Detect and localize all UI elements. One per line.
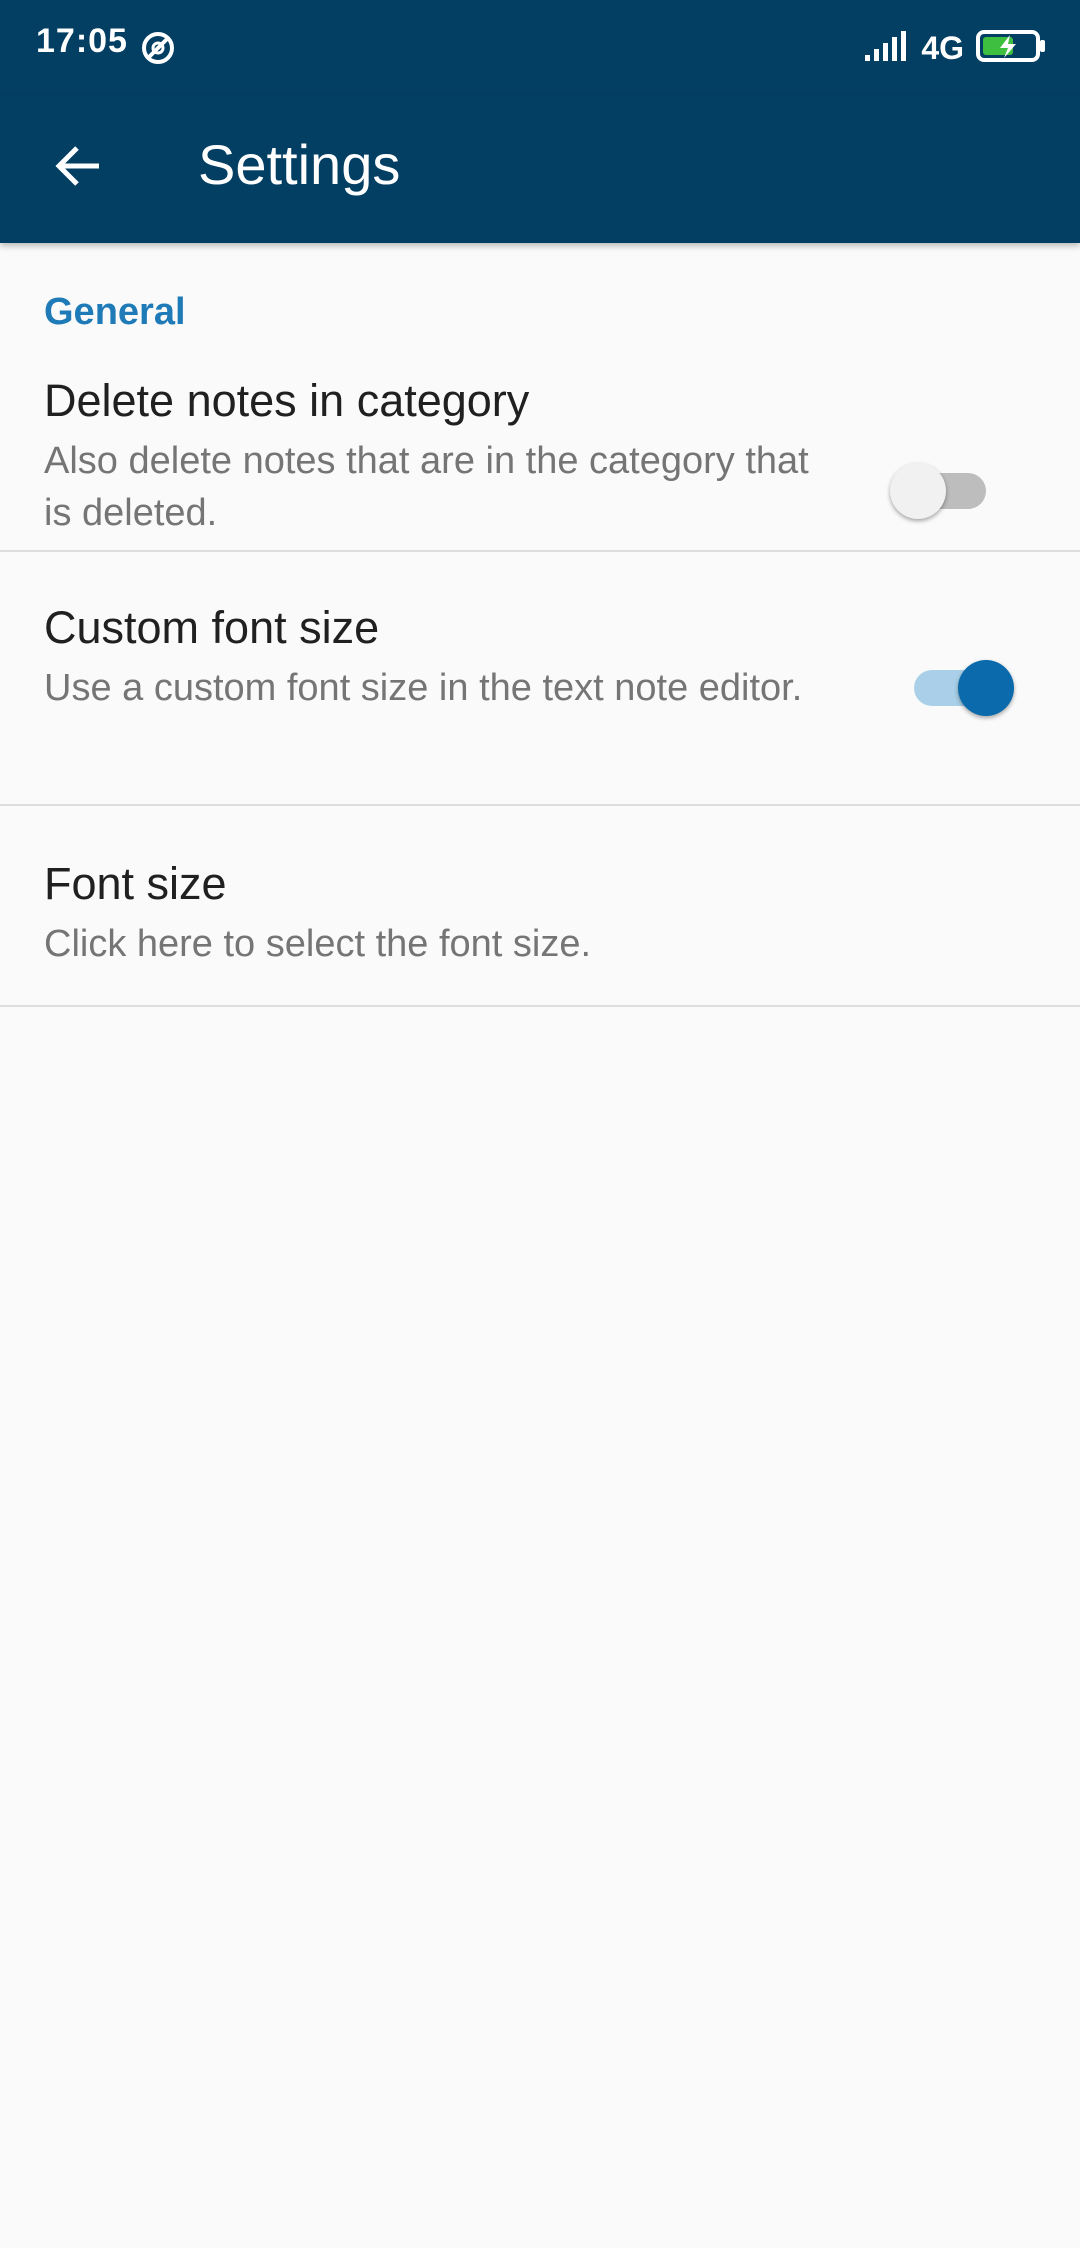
back-button[interactable] (36, 126, 120, 210)
page-title: Settings (198, 133, 401, 196)
pref-font-size[interactable]: Font size Click here to select the font … (0, 806, 1080, 1007)
status-time: 17:05 (36, 22, 128, 60)
network-type: 4G (921, 29, 964, 66)
pref-delete-notes-in-category[interactable]: Delete notes in category Also delete not… (0, 375, 1080, 552)
pref-title: Font size (44, 858, 227, 909)
pref-summary: Also delete notes that are in the catego… (44, 440, 809, 534)
pref-summary: Use a custom font size in the text note … (44, 667, 803, 709)
status-icons: 4G (865, 26, 1046, 70)
pref-title: Custom font size (44, 602, 380, 653)
settings-list: General Delete notes in category Also de… (0, 243, 1080, 1007)
battery-charging-icon (976, 29, 1046, 68)
signal-icon (865, 29, 909, 68)
delete-notes-switch[interactable] (890, 455, 1000, 525)
custom-font-size-switch[interactable] (904, 652, 1014, 722)
section-header-general: General (44, 291, 186, 333)
arrow-back-icon (53, 141, 103, 196)
switch-thumb (890, 463, 946, 519)
alarm-off-icon (140, 30, 176, 66)
pref-title: Delete notes in category (44, 375, 530, 426)
app-bar: Settings (0, 96, 1080, 243)
pref-summary: Click here to select the font size. (44, 923, 592, 965)
pref-custom-font-size[interactable]: Custom font size Use a custom font size … (0, 552, 1080, 806)
status-bar: 17:05 4G (0, 0, 1080, 96)
switch-thumb (958, 660, 1014, 716)
